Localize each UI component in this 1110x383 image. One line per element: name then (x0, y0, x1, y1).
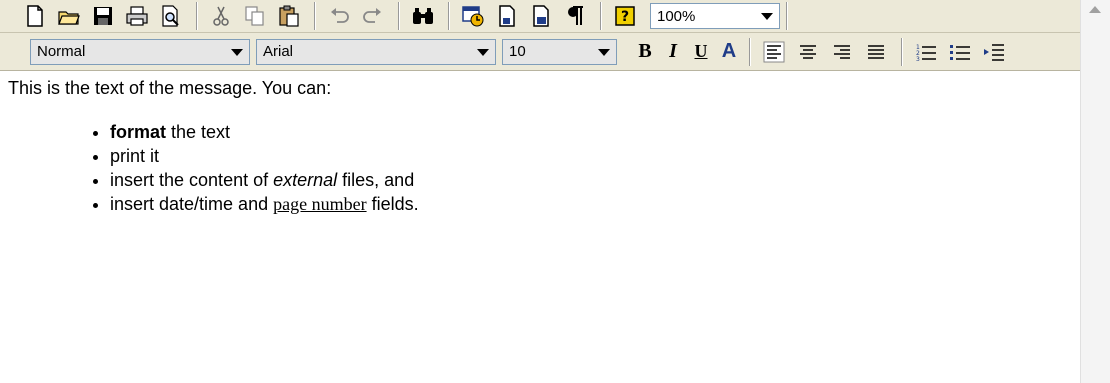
cut-icon[interactable] (206, 1, 236, 31)
list-item: insert date/time and page number fields. (110, 192, 1078, 216)
italic-text: external (273, 170, 338, 190)
justify-icon[interactable] (861, 37, 891, 67)
format-toolbar: Normal Arial 10 B I U A 123 (0, 33, 1080, 71)
chevron-down-icon (598, 48, 610, 56)
toolbar-separator (786, 2, 788, 30)
list-item: format the text (110, 120, 1078, 144)
zoom-value: 100% (657, 7, 696, 25)
print-icon[interactable] (122, 1, 152, 31)
scroll-up-arrow-icon[interactable] (1089, 6, 1101, 13)
align-right-icon[interactable] (827, 37, 857, 67)
toolbar-separator (314, 2, 316, 30)
insert-date-time-icon[interactable] (458, 1, 488, 31)
find-icon[interactable] (408, 1, 438, 31)
new-document-icon[interactable] (20, 1, 50, 31)
svg-text:3: 3 (916, 56, 920, 63)
underline-button[interactable]: U (687, 41, 715, 62)
toolbar-separator (398, 2, 400, 30)
insert-page-number-icon[interactable] (492, 1, 522, 31)
size-value: 10 (509, 43, 526, 60)
chevron-down-icon (761, 13, 773, 20)
font-name-select[interactable]: Arial (256, 38, 496, 65)
style-value: Normal (37, 43, 86, 60)
list-item-text: files, and (337, 170, 415, 190)
list-item-text: fields. (366, 194, 419, 214)
list-item-text: insert date/time and (110, 194, 274, 214)
intro-text: This is the text of the message. You can… (8, 78, 332, 98)
bold-text: format (110, 122, 167, 142)
bullet-list-icon[interactable] (945, 37, 975, 67)
copy-icon[interactable] (240, 1, 270, 31)
help-icon[interactable]: ? (610, 1, 640, 31)
italic-button[interactable]: I (659, 40, 687, 63)
toolbar-separator (448, 2, 450, 30)
main-toolbar: ? 100% (0, 0, 1080, 33)
chevron-down-icon (231, 48, 243, 56)
paragraph-marks-icon[interactable] (560, 1, 590, 31)
undo-icon[interactable] (324, 1, 354, 31)
toolbar-separator (600, 2, 602, 30)
toolbar-separator (196, 2, 198, 30)
toolbar-separator (749, 37, 751, 66)
save-icon[interactable] (88, 1, 118, 31)
print-preview-icon[interactable] (156, 1, 186, 31)
zoom-select[interactable]: 100% (650, 3, 780, 29)
font-color-button[interactable]: A (715, 40, 743, 63)
align-center-icon[interactable] (793, 37, 823, 67)
indent-icon[interactable] (979, 37, 1009, 67)
vertical-scrollbar[interactable] (1080, 0, 1110, 383)
editor-content[interactable]: This is the text of the message. You can… (8, 76, 1078, 216)
list-item: print it (110, 144, 1078, 168)
paragraph-style-select[interactable]: Normal (30, 38, 250, 65)
open-folder-icon[interactable] (54, 1, 84, 31)
list-item-text: insert the content of (110, 170, 274, 190)
font-value: Arial (263, 43, 294, 60)
chevron-down-icon (477, 48, 489, 56)
list-item-text: the text (166, 122, 231, 142)
list-item: insert the content of external files, an… (110, 168, 1078, 192)
svg-text:?: ? (621, 9, 629, 25)
numbered-list-icon[interactable]: 123 (911, 37, 941, 67)
align-left-icon[interactable] (759, 37, 789, 67)
page-number-field: page number (273, 194, 367, 214)
bold-button[interactable]: B (631, 40, 659, 63)
font-size-select[interactable]: 10 (502, 38, 617, 65)
toolbar-separator (901, 37, 903, 66)
redo-icon[interactable] (358, 1, 388, 31)
bullet-list: format the text print it insert the cont… (8, 120, 1078, 216)
insert-page-count-icon[interactable] (526, 1, 556, 31)
paste-icon[interactable] (274, 1, 304, 31)
